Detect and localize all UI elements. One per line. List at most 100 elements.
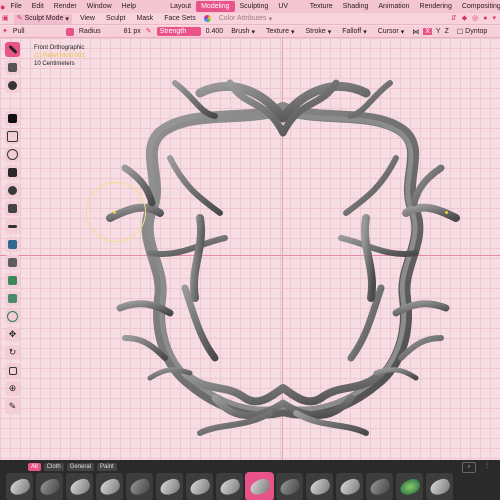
menu-stroke[interactable]: Stroke ▾ [303, 27, 335, 37]
draw-brush-icon[interactable] [5, 42, 20, 57]
tab-modeling[interactable]: Modeling [196, 1, 235, 12]
menu-render[interactable]: Render [49, 3, 82, 10]
mode-label: Sculpt Mode [24, 15, 64, 22]
axis-z-toggle[interactable]: Z [445, 28, 449, 35]
tab-layout[interactable]: Layout [165, 1, 196, 12]
brush-thumbnail[interactable] [126, 473, 153, 500]
menu-texture-label: Texture [266, 28, 289, 35]
menu-edit[interactable]: Edit [27, 3, 49, 10]
axis-y-toggle[interactable]: Y [436, 28, 441, 35]
brush-thumbnail[interactable] [336, 473, 363, 500]
brush-thumbnail[interactable] [96, 473, 123, 500]
mesh-filter-icon[interactable] [5, 237, 20, 252]
tab-paint[interactable]: Paint [97, 463, 117, 471]
strength-slider[interactable]: Strength [156, 27, 201, 36]
radius-pressure-icon[interactable] [65, 27, 74, 36]
menu-stroke-label: Stroke [305, 28, 326, 35]
menu-cursor[interactable]: Cursor ▾ [375, 27, 408, 37]
menu-file[interactable]: File [5, 3, 26, 10]
strength-value[interactable]: 0.400 [206, 28, 224, 35]
dyntopo-toggle[interactable]: ☐ Dyntop [454, 27, 490, 37]
overlay-icon[interactable]: ◎ [472, 14, 478, 24]
menu-cursor-label: Cursor [377, 28, 399, 35]
menu-mask[interactable]: Mask [133, 14, 156, 24]
menu-texture[interactable]: Texture ▾ [263, 27, 297, 37]
rotate-icon[interactable]: ↻ [5, 345, 20, 360]
viewport-options-icon[interactable]: ▾ [492, 14, 496, 24]
color-attributes-dropdown[interactable]: Color Attributes ▾ [216, 14, 275, 24]
mask-brush-icon[interactable] [5, 111, 20, 126]
brush-thumbnail-pull[interactable] [245, 472, 274, 500]
options-icon[interactable]: ⋮ [482, 462, 492, 471]
edit-face-set-icon[interactable] [5, 291, 20, 306]
menu-face-sets[interactable]: Face Sets [161, 14, 199, 24]
tab-cloth[interactable]: Cloth [43, 463, 64, 471]
tab-shading[interactable]: Shading [338, 1, 374, 12]
menu-falloff-label: Falloff [342, 28, 362, 35]
transform-orientation-icon[interactable]: ⇵ [451, 14, 457, 24]
menu-falloff[interactable]: Falloff ▾ [339, 27, 369, 37]
asset-shelf: All Cloth General Paint ⌕ ⋮ [0, 460, 500, 500]
radius-field[interactable]: Radius 81 px [79, 28, 141, 35]
tab-sculpting[interactable]: Sculpting [235, 1, 274, 12]
smooth-brush-icon[interactable] [5, 60, 20, 75]
tab-texture-paint[interactable]: Texture Paint [305, 1, 338, 21]
color-wheel-icon[interactable] [203, 15, 211, 22]
line-project-icon[interactable] [5, 219, 20, 234]
box-trim-icon[interactable] [5, 201, 20, 216]
tab-uv-editing[interactable]: UV Editing [273, 1, 304, 21]
shading-icon[interactable]: ● [483, 14, 487, 24]
move-icon[interactable]: ✥ [5, 327, 20, 342]
brush-thumbnail[interactable] [306, 473, 333, 500]
axis-x-toggle[interactable]: X [423, 28, 432, 35]
chevron-down-icon: ▾ [268, 15, 273, 23]
brush-thumbnail[interactable] [276, 473, 303, 500]
menu-sculpt[interactable]: Sculpt [103, 14, 128, 24]
3d-viewport[interactable]: Front Orthographic (1) Relief Mold.001 1… [0, 38, 500, 460]
tab-rendering[interactable]: Rendering [415, 1, 457, 12]
snap-icon[interactable]: ◆ [462, 14, 467, 24]
search-icon[interactable]: ⌕ [462, 462, 476, 473]
brush-thumbnail[interactable] [396, 473, 423, 500]
brush-thumbnail[interactable] [426, 473, 453, 500]
brush-name[interactable]: Pull [13, 28, 61, 35]
brush-thumbnail[interactable] [6, 473, 33, 500]
symmetry-icon: ⋈ [412, 28, 420, 36]
color-filter-icon[interactable] [5, 273, 20, 288]
brush-thumbnail[interactable] [216, 473, 243, 500]
brush-thumbnail[interactable] [156, 473, 183, 500]
scale-icon[interactable] [5, 363, 20, 378]
cloth-filter-icon[interactable] [5, 255, 20, 270]
transform-icon[interactable]: ⊕ [5, 381, 20, 396]
dyntopo-label: Dyntop [465, 28, 488, 35]
menu-brush[interactable]: Brush ▾ [228, 27, 258, 37]
pen-pressure-icon[interactable]: ✎ [146, 27, 152, 37]
tab-animation[interactable]: Animation [373, 1, 414, 12]
box-mask-icon[interactable] [5, 129, 20, 144]
tool-shelf: ✥ ↻ ⊕ ✎ [5, 42, 22, 414]
radius-label: Radius [78, 28, 101, 35]
relief-mold-mesh[interactable] [0, 38, 500, 460]
brush-thumbnail[interactable] [66, 473, 93, 500]
menu-help[interactable]: Help [117, 3, 141, 10]
brush-thumbnail[interactable] [366, 473, 393, 500]
mask-by-color-icon[interactable] [5, 309, 20, 324]
lasso-face-set-icon[interactable] [5, 183, 20, 198]
brush-thumbnail[interactable] [186, 473, 213, 500]
box-face-set-icon[interactable] [5, 165, 20, 180]
grab-brush-icon[interactable] [5, 78, 20, 93]
mode-selector[interactable]: ✎ Sculpt Mode ▾ [13, 13, 72, 24]
editor-type-icon[interactable]: ▣ [2, 14, 9, 24]
workspace-tabs: Layout Modeling Sculpting UV Editing Tex… [165, 0, 500, 21]
annotate-icon[interactable]: ✎ [5, 399, 20, 414]
viewport-info: Front Orthographic (1) Relief Mold.001 1… [34, 44, 85, 68]
menu-window[interactable]: Window [82, 3, 117, 10]
brush-cursor-circle [86, 182, 146, 242]
symmetry-cursor-dot [445, 211, 448, 214]
menu-view[interactable]: View [77, 14, 98, 24]
lasso-mask-icon[interactable] [5, 147, 20, 162]
tab-compositing[interactable]: Compositing [457, 1, 500, 12]
tab-general[interactable]: General [66, 463, 95, 471]
tab-all[interactable]: All [28, 463, 41, 471]
brush-thumbnail[interactable] [36, 473, 63, 500]
